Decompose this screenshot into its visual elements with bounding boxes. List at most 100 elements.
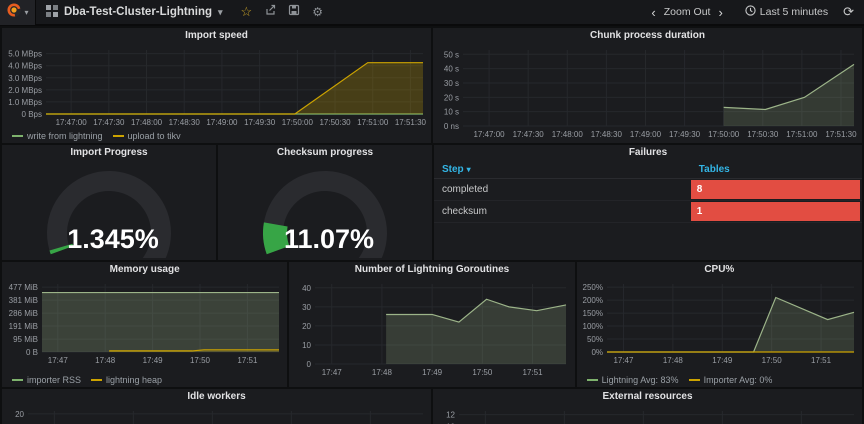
logo-caret-icon: ▾ <box>24 8 28 17</box>
panel-title[interactable]: Idle workers <box>2 389 431 405</box>
row-2: Import Progress 1.345% Checksum progress… <box>2 145 862 260</box>
legend-label[interactable]: lightning heap <box>106 375 162 385</box>
panel-lightning-goroutines: Number of Lightning Goroutines 17:4717:4… <box>289 262 574 387</box>
svg-text:11.07%: 11.07% <box>284 224 374 254</box>
shift-time-forward-icon[interactable]: › <box>715 5 725 20</box>
svg-text:17:48:00: 17:48:00 <box>131 118 163 127</box>
share-icon[interactable] <box>258 0 282 25</box>
goroutines-chart[interactable]: 17:4717:4817:4917:5017:51010203040 <box>289 278 574 378</box>
panel-title[interactable]: Checksum progress <box>218 145 432 161</box>
svg-text:17:49: 17:49 <box>143 356 164 365</box>
legend-swatch <box>12 135 23 137</box>
memory-usage-legend[interactable]: importer RSS lightning heap <box>12 375 172 385</box>
svg-text:200%: 200% <box>582 296 602 305</box>
column-header-tables[interactable]: Tables <box>691 161 862 179</box>
svg-text:0 Bps: 0 Bps <box>22 110 42 119</box>
svg-text:95 MiB: 95 MiB <box>13 335 38 344</box>
tables-value-badge: 1 <box>691 202 860 221</box>
legend-label[interactable]: Importer Avg: 0% <box>704 375 773 385</box>
legend-label[interactable]: importer RSS <box>27 375 81 385</box>
svg-text:20: 20 <box>302 322 311 331</box>
svg-text:17:47: 17:47 <box>613 356 634 365</box>
settings-gear-icon[interactable]: ⚙ <box>306 0 329 25</box>
svg-text:12: 12 <box>446 411 455 420</box>
panel-import-speed: Import speed 17:47:0017:47:3017:48:0017:… <box>2 28 431 143</box>
refresh-icon[interactable]: ⟳ <box>843 4 854 20</box>
failures-table: Step▾ Tables completed8checksum1 <box>434 161 862 223</box>
import-progress-gauge: 1.345% <box>2 161 216 258</box>
svg-text:17:49:30: 17:49:30 <box>669 130 701 139</box>
svg-text:50%: 50% <box>587 335 603 344</box>
legend-label[interactable]: write from lightning <box>27 131 103 141</box>
shift-time-back-icon[interactable]: ‹ <box>648 5 658 20</box>
svg-text:150%: 150% <box>582 309 602 318</box>
svg-text:0 B: 0 B <box>26 348 38 357</box>
svg-text:17:49: 17:49 <box>712 356 733 365</box>
zoom-out-button[interactable]: Zoom Out <box>664 6 711 18</box>
svg-text:30: 30 <box>302 303 311 312</box>
svg-text:5.0 MBps: 5.0 MBps <box>8 50 42 59</box>
table-row: checksum1 <box>434 201 862 223</box>
svg-text:4.0 MBps: 4.0 MBps <box>8 62 42 71</box>
svg-text:50 s: 50 s <box>444 50 459 59</box>
cpu-chart[interactable]: 17:4717:4817:4917:5017:510%50%100%150%20… <box>577 278 862 366</box>
panel-title[interactable]: External resources <box>433 389 862 405</box>
svg-text:1.345%: 1.345% <box>67 224 159 254</box>
memory-usage-chart[interactable]: 17:4717:4817:4917:5017:510 B95 MiB191 Mi… <box>2 278 287 366</box>
svg-text:17:50: 17:50 <box>190 356 211 365</box>
cpu-legend[interactable]: Lightning Avg: 83% Importer Avg: 0% <box>587 375 783 385</box>
panel-title[interactable]: CPU% <box>577 262 862 278</box>
panel-title[interactable]: Number of Lightning Goroutines <box>289 262 574 278</box>
legend-swatch <box>113 135 124 137</box>
sort-desc-icon: ▾ <box>467 165 471 174</box>
svg-text:17:48: 17:48 <box>95 356 116 365</box>
panel-title[interactable]: Memory usage <box>2 262 287 278</box>
svg-text:0: 0 <box>307 360 312 369</box>
panel-import-progress: Import Progress 1.345% <box>2 145 216 260</box>
panel-title[interactable]: Failures <box>434 145 862 161</box>
svg-text:10 s: 10 s <box>444 108 459 117</box>
step-cell: completed <box>434 179 691 201</box>
panel-idle-workers: Idle workers 17:4717:4817:4917:5017:5105… <box>2 389 431 424</box>
chunk-process-duration-chart[interactable]: 17:47:0017:47:3017:48:0017:48:3017:49:00… <box>433 44 862 140</box>
panel-cpu: CPU% 17:4717:4817:4917:5017:510%50%100%1… <box>577 262 862 387</box>
legend-label[interactable]: upload to tikv <box>128 131 181 141</box>
row-4: Idle workers 17:4717:4817:4917:5017:5105… <box>2 389 862 424</box>
svg-text:17:51:00: 17:51:00 <box>357 118 389 127</box>
svg-text:100%: 100% <box>582 322 602 331</box>
svg-text:2.0 MBps: 2.0 MBps <box>8 86 42 95</box>
legend-swatch <box>12 379 23 381</box>
save-icon[interactable] <box>282 0 306 25</box>
column-header-step[interactable]: Step▾ <box>434 161 691 179</box>
svg-text:17:48: 17:48 <box>372 368 393 377</box>
svg-text:17:51: 17:51 <box>523 368 544 377</box>
svg-text:17:51: 17:51 <box>811 356 832 365</box>
dashboard-title-button[interactable]: Dba-Test-Cluster-Lightning ▾ <box>36 0 235 25</box>
svg-text:40 s: 40 s <box>444 65 459 74</box>
panel-title[interactable]: Chunk process duration <box>433 28 862 44</box>
dashboard-title: Dba-Test-Cluster-Lightning <box>64 6 212 18</box>
svg-text:0 ns: 0 ns <box>444 122 459 131</box>
svg-text:17:50:30: 17:50:30 <box>747 130 779 139</box>
svg-text:17:51: 17:51 <box>237 356 258 365</box>
legend-label[interactable]: Lightning Avg: 83% <box>602 375 679 385</box>
svg-text:250%: 250% <box>582 283 602 292</box>
time-range-picker[interactable]: Last 5 minutes <box>745 5 828 19</box>
failures-tbody: completed8checksum1 <box>434 179 862 223</box>
idle-workers-chart[interactable]: 17:4717:4817:4917:5017:5105101520 <box>2 405 431 424</box>
import-speed-legend[interactable]: write from lightning upload to tikv <box>12 131 191 141</box>
import-speed-chart[interactable]: 17:47:0017:47:3017:48:0017:48:3017:49:00… <box>2 44 431 128</box>
svg-text:17:50:00: 17:50:00 <box>282 118 314 127</box>
panel-title[interactable]: Import Progress <box>2 145 216 161</box>
top-nav: ▾ Dba-Test-Cluster-Lightning ▾ ☆ ⚙ ‹ Zoo… <box>0 0 864 26</box>
panel-title[interactable]: Import speed <box>2 28 431 44</box>
svg-text:17:47:00: 17:47:00 <box>473 130 505 139</box>
panel-failures: Failures Step▾ Tables completed8checksum… <box>434 145 862 260</box>
external-resources-chart[interactable]: 17:4717:4817:4917:5017:51024681012 <box>433 405 862 424</box>
dashboard-grid: Import speed 17:47:0017:47:3017:48:0017:… <box>0 26 864 424</box>
legend-swatch <box>587 379 598 381</box>
star-icon[interactable]: ☆ <box>235 0 259 25</box>
grafana-logo[interactable]: ▾ <box>0 0 36 25</box>
svg-text:17:50: 17:50 <box>761 356 782 365</box>
svg-text:17:50: 17:50 <box>473 368 494 377</box>
